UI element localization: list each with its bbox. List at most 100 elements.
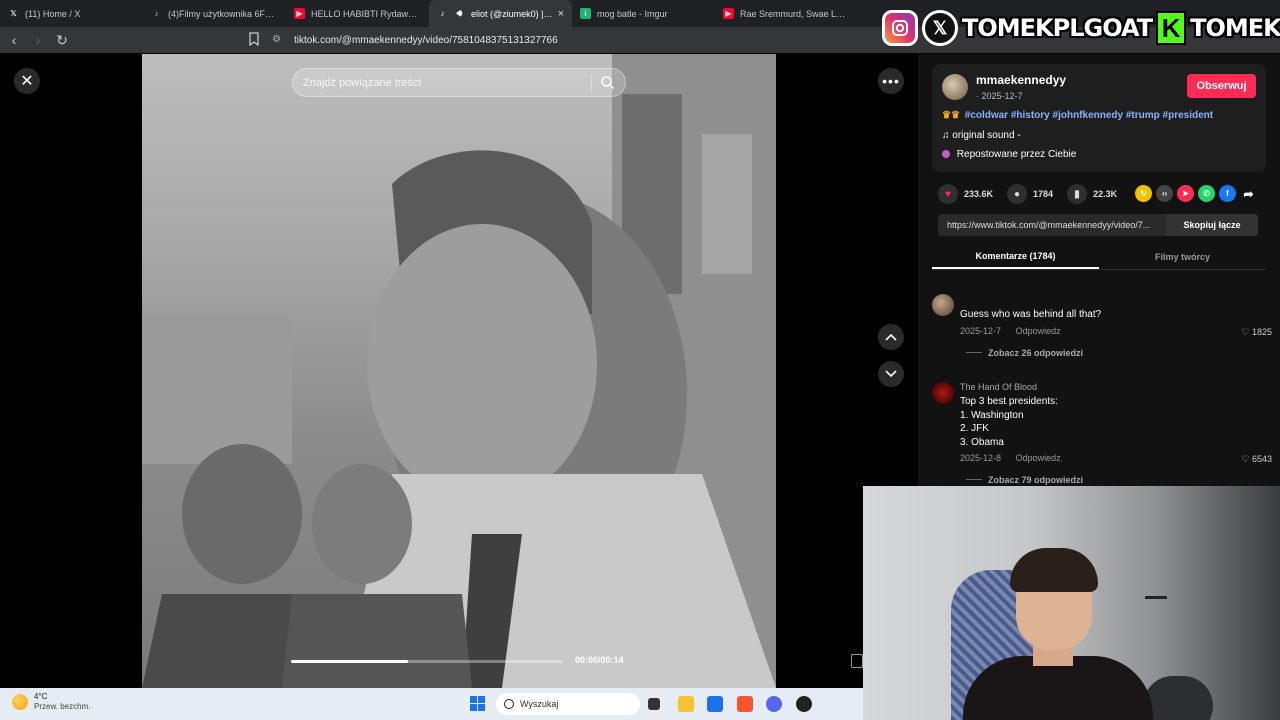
like-button[interactable]: ♥ 233.6K	[938, 184, 993, 204]
microsoft-store-icon[interactable]	[707, 696, 723, 712]
browser-tab[interactable]: ♪ (4)Filmy użytkownika 6Foot5P	[143, 0, 286, 27]
comment-text: Guess who was behind all that?	[960, 308, 1101, 322]
browser-tab[interactable]: 𝕏 (11) Home / X	[0, 0, 143, 27]
previous-video-button[interactable]	[878, 324, 904, 350]
weather-widget[interactable]: 4°C Przew. bezchm.	[12, 692, 90, 712]
view-replies-link[interactable]: Zobacz 26 odpowiedzi	[966, 348, 1083, 358]
comment-date: 2025-12-8	[960, 453, 1002, 463]
search-icon	[504, 699, 514, 709]
speaker-icon: 🔊︎	[456, 8, 463, 18]
avatar[interactable]	[932, 294, 954, 316]
weather-temp: 4°C	[34, 692, 48, 701]
close-tab-icon[interactable]: ×	[558, 8, 564, 20]
windows-start-icon[interactable]	[470, 696, 485, 711]
share-buttons: ↻ ‹› ➤ ✆ f ➦	[1135, 185, 1257, 202]
avatar[interactable]	[932, 382, 954, 404]
post-info-card: mmaekennedyy · 2025-12-7 Obserwuj ♛♛ #co…	[932, 64, 1266, 172]
whatsapp-icon[interactable]: ✆	[1198, 185, 1215, 202]
browser-tab-active[interactable]: ♪ 🔊︎ eliot (@ziumek0) | TikT ×	[429, 0, 572, 27]
browser-tab[interactable]: ▶ HELLO HABIBTI Rydawarrior (G	[286, 0, 429, 27]
video-player[interactable]: Znajdź powiązane treści 00:06/00:14	[142, 54, 776, 688]
like-count: 233.6K	[964, 189, 994, 199]
comment-bubble-icon: ●	[1007, 184, 1028, 204]
chevron-down-icon	[885, 370, 897, 378]
tab-label: HELLO HABIBTI Rydawarrior (G	[311, 8, 421, 19]
comment-like-count: 1825	[1251, 327, 1272, 337]
repost-indicator: Repostowane przez Ciebie	[942, 149, 1076, 160]
copy-link-button[interactable]: Skopiuj łącze	[1166, 214, 1258, 236]
music-note-icon: ♫	[942, 130, 950, 141]
weather-desc: Przew. bezchm.	[34, 702, 91, 711]
brave-browser-icon[interactable]	[737, 696, 753, 712]
more-options-button[interactable]: •••	[878, 68, 904, 94]
embed-code-icon[interactable]: ‹›	[1156, 185, 1173, 202]
discord-icon[interactable]	[766, 696, 782, 712]
reload-icon[interactable]: ↻	[52, 30, 72, 50]
back-icon[interactable]: ‹	[4, 30, 24, 50]
comment-like-button[interactable]: ♡ 1825	[1241, 327, 1272, 338]
video-frame	[142, 54, 776, 688]
x-logo-icon: 𝕏	[10, 9, 17, 18]
windows-taskbar: 4°C Przew. bezchm. Wyszukaj	[0, 688, 863, 720]
comment-like-button[interactable]: ♡ 6543	[1241, 454, 1272, 465]
heart-outline-icon: ♡	[1241, 454, 1250, 464]
tiktok-icon: ♪	[440, 9, 445, 18]
task-view-icon[interactable]	[648, 698, 660, 710]
address-bar[interactable]: ⚙ tiktok.com/@mmaekennedyy/video/7581048…	[272, 31, 872, 49]
bookmark-icon[interactable]	[248, 32, 260, 46]
tab-comments[interactable]: Komentarze (1784)	[932, 244, 1099, 269]
video-progress-fill	[291, 660, 408, 663]
site-info-icon[interactable]: ⚙	[272, 34, 284, 46]
comment-line: Guess who was behind all that?	[960, 309, 1102, 320]
sound-link[interactable]: ♫ original sound -	[942, 130, 1021, 141]
post-caption: ♛♛ #coldwar #history #johnfkennedy #trum…	[942, 110, 1213, 121]
comment-line: 3. Obama	[960, 436, 1004, 448]
comment-button[interactable]: ● 1784	[1007, 184, 1053, 204]
video-progress-bar[interactable]	[291, 660, 563, 663]
follow-button[interactable]: Obserwuj	[1187, 74, 1256, 98]
steam-icon[interactable]	[796, 696, 812, 712]
url-text: tiktok.com/@mmaekennedyy/video/758104837…	[294, 34, 558, 46]
comment-meta: 2025-12-7 Odpowiedz	[960, 326, 1073, 336]
related-search-input[interactable]: Znajdź powiązane treści	[292, 68, 626, 97]
next-video-button[interactable]	[878, 361, 904, 387]
comment-text: Top 3 best presidents: 1. Washington 2. …	[960, 395, 1058, 449]
save-count: 22.3K	[1093, 189, 1118, 199]
screen: 𝕏 (11) Home / X ♪ (4)Filmy użytkownika 6…	[0, 0, 1280, 720]
comment-item: Guess who was behind all that? 2025-12-7…	[932, 294, 1272, 364]
tab-label: eliot (@ziumek0) | TikT	[471, 8, 554, 19]
post-username[interactable]: mmaekennedyy	[976, 73, 1066, 87]
browser-tab[interactable]: i mog batle - Imgur	[572, 0, 715, 27]
reply-link[interactable]: Odpowiedz	[1016, 453, 1061, 463]
kick-icon: K	[1156, 11, 1187, 45]
imgur-icon: i	[580, 8, 591, 19]
view-replies-link[interactable]: Zobacz 79 odpowiedzi	[966, 475, 1083, 485]
save-button[interactable]: ▮ 22.3K	[1067, 184, 1117, 204]
picture-in-picture-icon[interactable]	[851, 654, 863, 668]
taskbar-search-label: Wyszukaj	[520, 699, 559, 709]
post-date: · 2025-12-7	[976, 91, 1023, 101]
comment-username[interactable]: The Hand Of Blood	[960, 382, 1037, 392]
tab-label: (4)Filmy użytkownika 6Foot5P	[168, 8, 278, 19]
send-to-friends-icon[interactable]: ➤	[1177, 185, 1194, 202]
share-link-box: https://www.tiktok.com/@mmaekennedyy/vid…	[938, 214, 1258, 236]
search-icon[interactable]	[600, 75, 615, 90]
repost-share-icon[interactable]: ↻	[1135, 185, 1152, 202]
taskbar-search-input[interactable]: Wyszukaj	[496, 693, 640, 715]
repost-label: Repostowane przez Ciebie	[956, 149, 1077, 160]
close-video-button[interactable]: ✕	[14, 68, 40, 94]
file-explorer-icon[interactable]	[678, 696, 694, 712]
hashtags[interactable]: #coldwar #history #johnfkennedy #trump #…	[965, 110, 1213, 121]
comment-line: 2. JFK	[960, 423, 989, 434]
reply-link[interactable]: Odpowiedz	[1016, 326, 1061, 336]
share-arrow-icon[interactable]: ➦	[1240, 185, 1257, 202]
share-link-url[interactable]: https://www.tiktok.com/@mmaekennedyy/vid…	[947, 220, 1166, 230]
forward-icon[interactable]: ›	[28, 30, 48, 50]
browser-tab[interactable]: ▶ Rae Sremmurd, Swae Lee, Slim	[715, 0, 858, 27]
instagram-icon	[882, 10, 918, 46]
weather-moon-icon	[12, 694, 28, 710]
tab-creator-videos[interactable]: Filmy twórcy	[1099, 244, 1266, 269]
post-stats: ♥ 233.6K ● 1784 ▮ 22.3K	[938, 184, 1131, 204]
avatar[interactable]	[942, 74, 968, 100]
facebook-icon[interactable]: f	[1219, 185, 1236, 202]
